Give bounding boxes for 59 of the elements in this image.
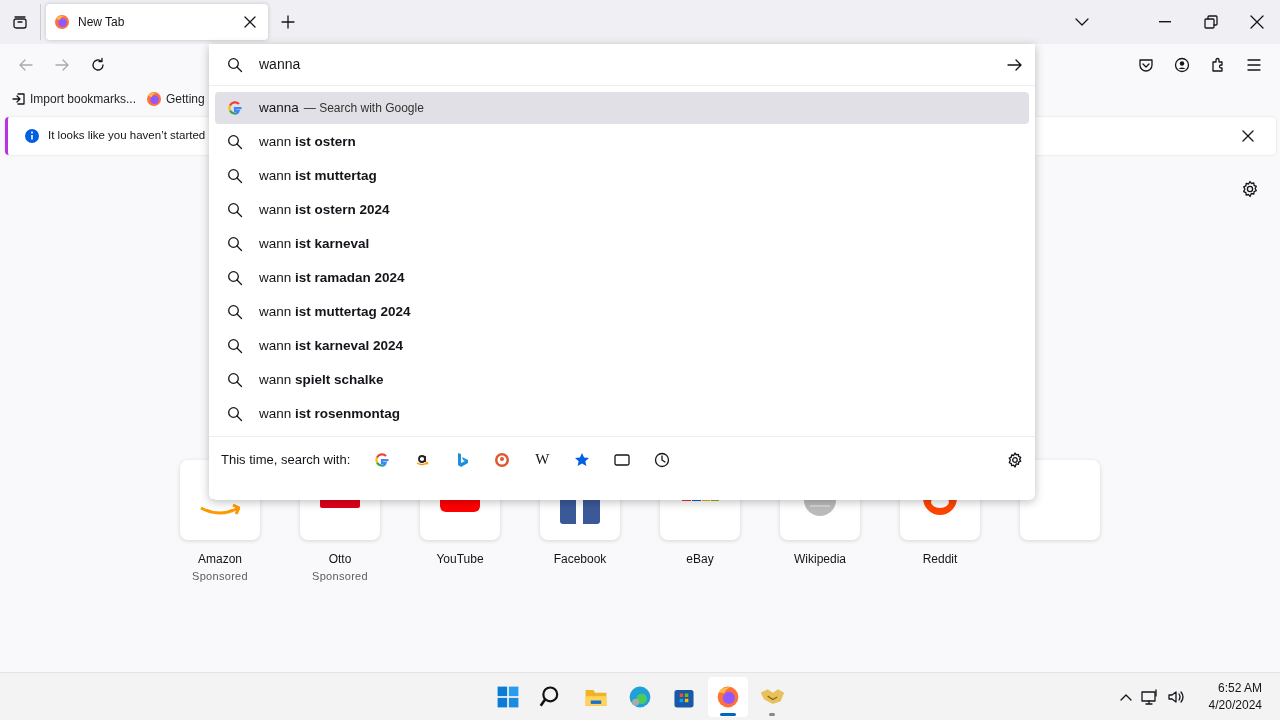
- address-field[interactable]: wanna: [259, 54, 959, 75]
- suggestion-item[interactable]: wann ist ramadan 2024: [215, 262, 1029, 294]
- shortcut-title: Reddit: [922, 551, 958, 568]
- bookmark-link[interactable]: Import bookmarks...: [12, 90, 137, 108]
- google-icon: [227, 100, 243, 116]
- notification-text: It looks like you haven’t started: [48, 128, 206, 144]
- shortcut-title: Otto: [328, 551, 352, 568]
- suggestion-text: wann ist karneval: [259, 234, 370, 253]
- suggestion-item[interactable]: wann ist ostern: [215, 126, 1029, 158]
- suggestion-text: wann spielt schalke: [259, 370, 384, 389]
- suggestion-text: wann ist muttertag 2024: [259, 302, 411, 321]
- import-icon: [12, 92, 26, 106]
- shortcut-title: YouTube: [436, 551, 484, 568]
- search-icon: [227, 304, 243, 320]
- suggestion-text: wann ist ostern 2024: [259, 200, 390, 219]
- suggestion-text: wann ist muttertag: [259, 166, 377, 185]
- search-icon: [227, 338, 243, 354]
- suggestion-text: wanna: [259, 98, 299, 117]
- suggestion-action: — Search with Google: [303, 100, 424, 117]
- suggestion-item[interactable]: wann ist karneval: [215, 228, 1029, 260]
- suggestion-item[interactable]: wann spielt schalke: [215, 364, 1029, 396]
- search-icon: [227, 236, 243, 252]
- suggestion-item[interactable]: wann ist muttertag 2024: [215, 296, 1029, 328]
- empty-tile[interactable]: [1020, 460, 1100, 540]
- clock-time: 6:52 AM: [1216, 679, 1262, 697]
- browser-tab[interactable]: New Tab: [46, 4, 268, 40]
- suggestion-text: wann ist karneval 2024: [259, 336, 404, 355]
- edge-icon: [627, 684, 653, 710]
- bookmark-link[interactable]: Getting: [146, 90, 205, 108]
- suggestion-item[interactable]: wann ist muttertag: [215, 160, 1029, 192]
- info-icon: [24, 128, 40, 144]
- shortcut-title: Wikipedia: [794, 551, 846, 568]
- shortcut-title: Amazon: [198, 551, 242, 568]
- search-icon: [227, 202, 243, 218]
- shortcut-title: Facebook: [553, 551, 607, 568]
- firefox-icon: [54, 14, 70, 30]
- firefox-icon: [146, 91, 163, 107]
- search-icon: [227, 372, 243, 388]
- start-icon: [495, 684, 521, 710]
- clock-date: 4/20/2024: [1208, 696, 1262, 714]
- suggestion-item[interactable]: wann ist rosenmontag: [215, 398, 1029, 430]
- search-icon: [227, 406, 243, 422]
- suggestion-text: wann ist ostern: [259, 132, 356, 151]
- wikipedia-button[interactable]: W: [534, 448, 551, 471]
- youtube-logo-icon: [440, 500, 480, 512]
- search-icon: [227, 168, 243, 184]
- sponsored-label: Sponsored: [192, 569, 248, 584]
- search-icon: [227, 134, 243, 150]
- search-icon: [227, 270, 243, 286]
- firefox-icon: [715, 684, 741, 710]
- search-with-label: This time, search with:: [221, 450, 351, 469]
- suggestion-text: wann ist ramadan 2024: [259, 268, 405, 287]
- suggestion-item[interactable]: wanna — Search with Google: [215, 92, 1029, 124]
- suggestion-text: wann ist rosenmontag: [259, 404, 401, 423]
- search-icon: [227, 56, 243, 73]
- suggestion-item[interactable]: wann ist karneval 2024: [215, 330, 1029, 362]
- shortcut-title: eBay: [686, 551, 714, 568]
- sponsored-label: Sponsored: [312, 569, 368, 584]
- suggestion-item[interactable]: wann ist ostern 2024: [215, 194, 1029, 226]
